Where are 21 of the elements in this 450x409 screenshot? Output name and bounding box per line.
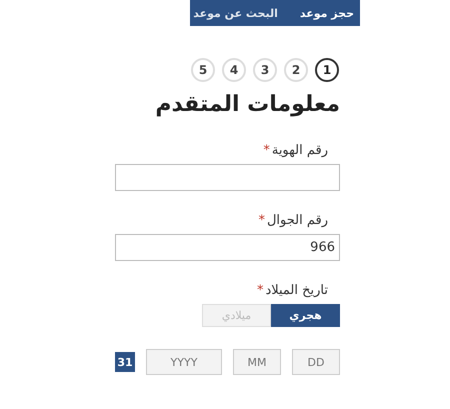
required-mark: * [263, 143, 270, 158]
date-field[interactable]: DD [292, 349, 340, 375]
input-field[interactable] [115, 164, 340, 191]
nav-tab[interactable]: حجز موعد [300, 6, 354, 20]
calendar-option[interactable]: هجري [271, 304, 340, 327]
field-label: تاريخ الميلاد [265, 283, 328, 298]
date-field[interactable]: MM [233, 349, 281, 375]
form-title: معلومات المتقدم [154, 92, 340, 117]
step-indicator: 5 [191, 58, 215, 82]
step-indicator: 2 [284, 58, 308, 82]
field-label: رقم الهوية [272, 143, 328, 158]
input-field[interactable]: 966 [115, 234, 340, 261]
calendar-button[interactable]: 31 [115, 352, 135, 372]
field-label: رقم الجوال [266, 213, 328, 228]
step-indicator: 1 [315, 58, 339, 82]
step-indicator: 3 [253, 58, 277, 82]
step-indicator: 4 [222, 58, 246, 82]
required-mark: * [258, 213, 265, 228]
nav-tab[interactable]: البحث عن موعد [193, 6, 278, 20]
date-field[interactable]: YYYY [146, 349, 222, 375]
required-mark: * [256, 283, 264, 298]
